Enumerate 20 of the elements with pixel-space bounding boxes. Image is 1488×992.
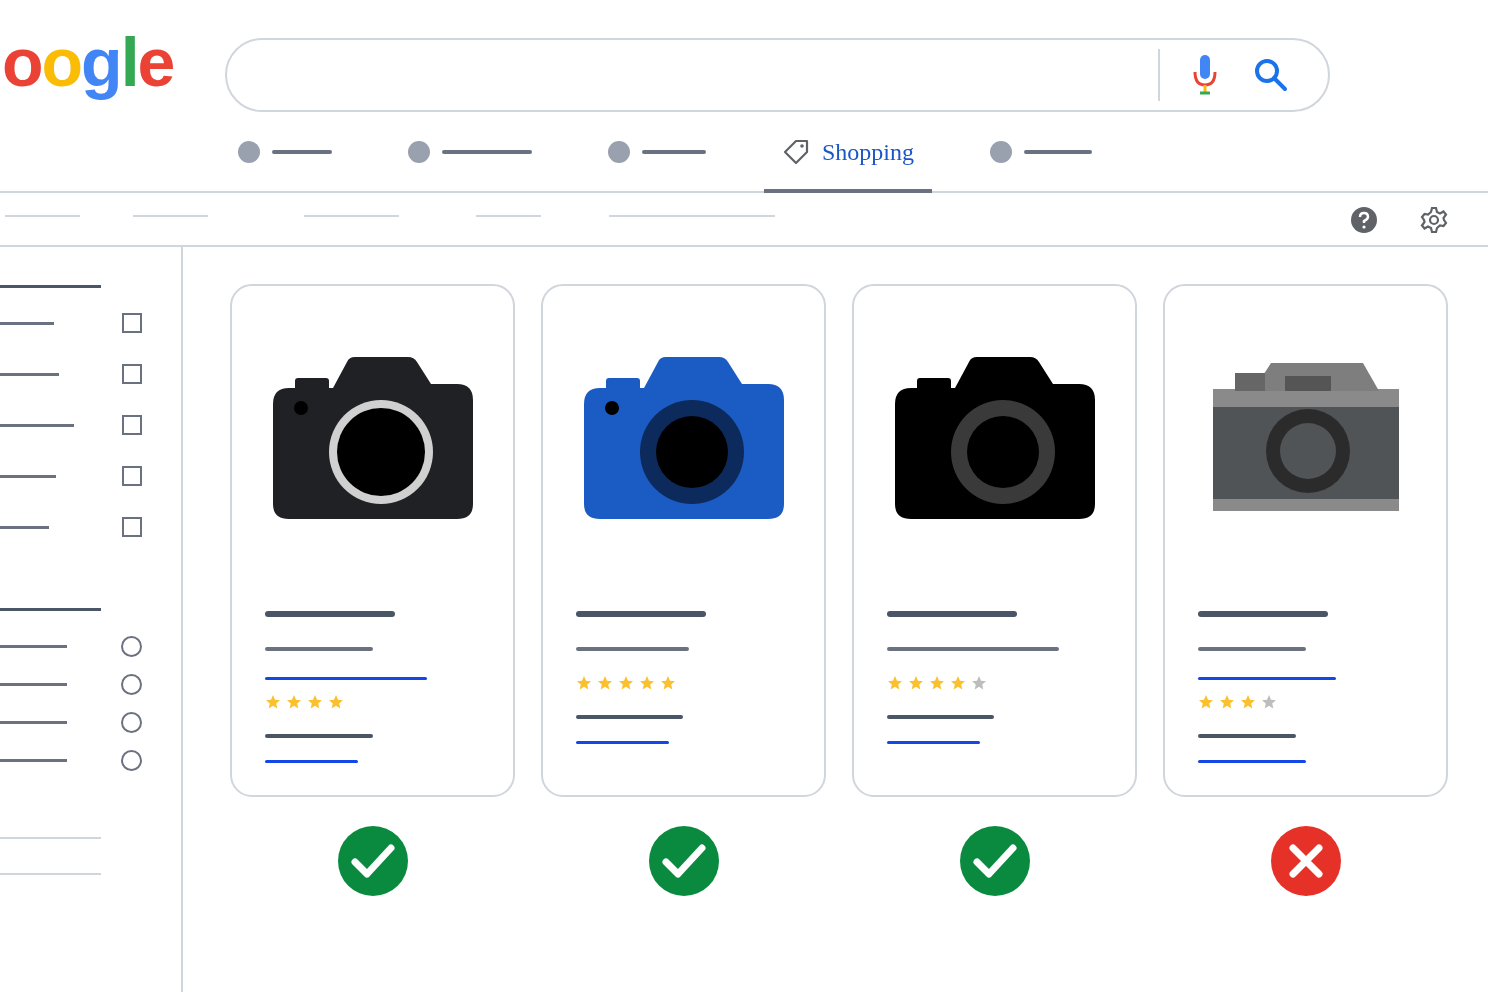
- product-card[interactable]: [541, 284, 826, 797]
- radio-button[interactable]: [121, 750, 142, 771]
- search-icon[interactable]: [1254, 58, 1288, 92]
- microphone-icon[interactable]: [1192, 55, 1218, 95]
- checkbox[interactable]: [122, 313, 142, 333]
- checkbox[interactable]: [122, 517, 142, 537]
- radio-button[interactable]: [121, 636, 142, 657]
- tag-icon: [782, 138, 810, 166]
- search-field[interactable]: [225, 38, 1330, 112]
- radio-button[interactable]: [121, 674, 142, 695]
- settings-icon[interactable]: [1420, 206, 1448, 234]
- checkbox[interactable]: [122, 415, 142, 435]
- product-card[interactable]: [1163, 284, 1448, 797]
- product-card[interactable]: [230, 284, 515, 797]
- checkbox[interactable]: [122, 364, 142, 384]
- checkbox[interactable]: [122, 466, 142, 486]
- product-card[interactable]: [852, 284, 1137, 797]
- help-icon[interactable]: [1350, 206, 1378, 234]
- radio-button[interactable]: [121, 712, 142, 733]
- shopping-tab[interactable]: Shopping: [764, 130, 932, 193]
